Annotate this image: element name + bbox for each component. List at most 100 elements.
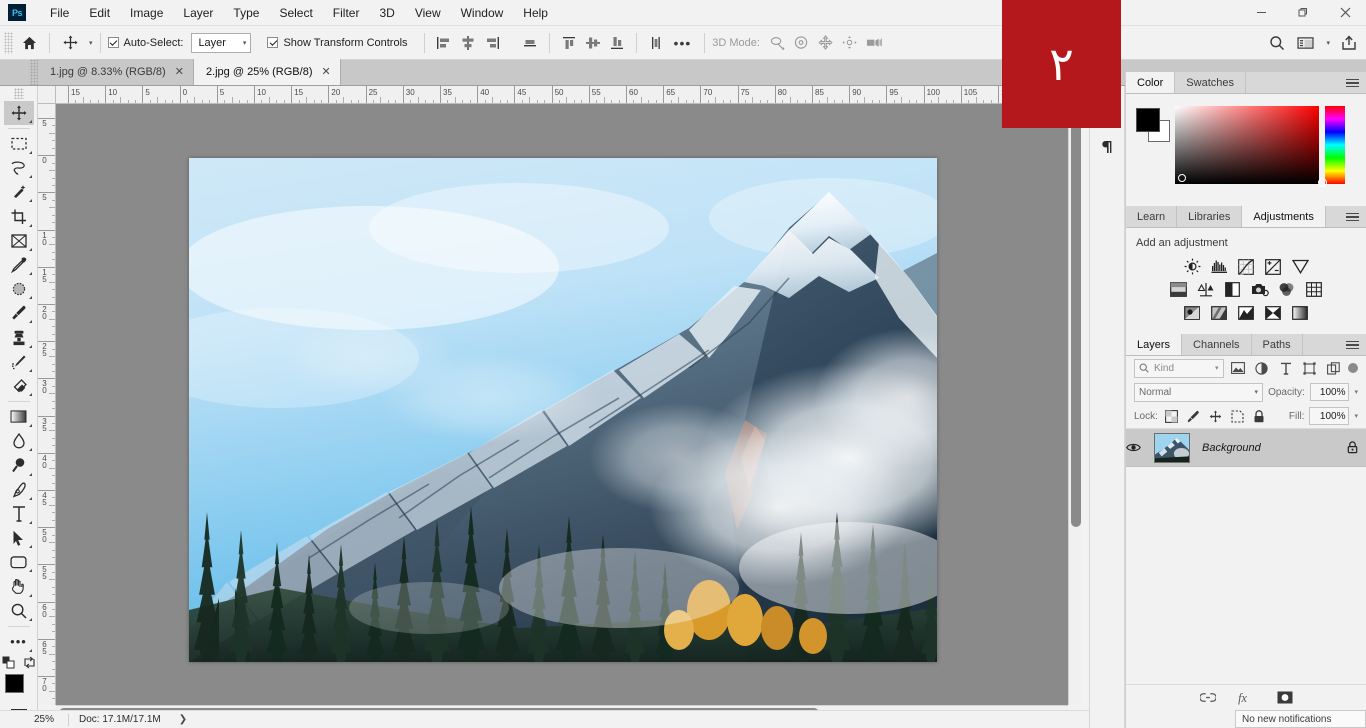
minimize-button[interactable]	[1240, 0, 1282, 25]
curves-adjustment[interactable]	[1237, 258, 1255, 275]
show-transform-checkbox[interactable]	[267, 37, 279, 48]
zoom-level[interactable]: 25%	[0, 714, 58, 725]
close-icon[interactable]: ✕	[175, 66, 184, 78]
object-selection-tool[interactable]	[4, 180, 34, 204]
photo-filter-adjustment[interactable]	[1251, 281, 1269, 298]
notification-bar[interactable]: No new notifications	[1235, 710, 1366, 728]
filter-toggle-switch[interactable]	[1348, 363, 1358, 373]
pen-tool[interactable]	[4, 478, 34, 502]
layers-empty-area[interactable]	[1126, 467, 1366, 652]
history-brush-tool[interactable]	[4, 350, 34, 374]
menu-image[interactable]: Image	[120, 2, 173, 24]
default-colors-icon[interactable]	[2, 656, 15, 669]
menu-layer[interactable]: Layer	[173, 2, 223, 24]
color-swatches[interactable]	[4, 673, 34, 703]
more-options-button[interactable]: •••	[668, 35, 698, 51]
foreground-color-swatch[interactable]	[4, 673, 24, 693]
search-icon[interactable]	[1264, 30, 1290, 56]
hue-slider[interactable]	[1318, 106, 1345, 187]
vertical-ruler[interactable]: 5051015202530354045505560657075	[38, 104, 56, 705]
move-tool[interactable]	[3, 100, 34, 125]
options-bar-grip[interactable]	[4, 31, 13, 54]
orbit-3d-camera-icon[interactable]	[766, 31, 790, 55]
hand-tool[interactable]	[4, 574, 34, 598]
slide-3d-camera-icon[interactable]	[838, 31, 862, 55]
auto-select-checkbox[interactable]	[107, 37, 119, 48]
rectangle-tool[interactable]	[4, 550, 34, 574]
smart-object-filter-icon[interactable]	[1324, 359, 1343, 378]
black-white-adjustment[interactable]	[1224, 281, 1242, 298]
pixel-filter-icon[interactable]	[1229, 359, 1248, 378]
zoom-tool[interactable]	[4, 599, 34, 623]
spot-healing-brush-tool[interactable]	[4, 277, 34, 301]
panel-tab-swatches[interactable]: Swatches	[1175, 72, 1246, 93]
blend-mode-select[interactable]: Normal ▾	[1134, 382, 1264, 402]
fill-chevron-down-icon[interactable]: ▾	[1354, 412, 1358, 420]
lock-position-icon[interactable]	[1207, 408, 1224, 425]
ruler-corner[interactable]	[38, 86, 56, 104]
menu-help[interactable]: Help	[513, 2, 558, 24]
lasso-tool[interactable]	[4, 156, 34, 180]
eye-icon[interactable]	[1126, 442, 1154, 453]
status-expand-chevron-icon[interactable]: ❯	[179, 714, 187, 725]
channel-mixer-adjustment[interactable]	[1278, 281, 1296, 298]
link-layers-icon[interactable]	[1200, 692, 1216, 703]
gradient-tool[interactable]	[4, 405, 34, 429]
workspace-icon[interactable]	[1292, 30, 1318, 56]
color-picker-field[interactable]	[1175, 106, 1319, 184]
layer-mask-icon[interactable]	[1277, 691, 1293, 704]
panel-tab-libraries[interactable]: Libraries	[1177, 206, 1243, 227]
panel-menu-icon[interactable]	[1346, 338, 1360, 352]
layer-row[interactable]: Background	[1126, 429, 1366, 467]
paragraph-panel-icon[interactable]	[1092, 133, 1122, 161]
close-icon[interactable]: ✕	[321, 66, 330, 78]
brush-tool[interactable]	[4, 301, 34, 325]
document-tab[interactable]: 1.jpg @ 8.33% (RGB/8) ✕	[38, 59, 194, 85]
panel-tab-color[interactable]: Color	[1126, 72, 1176, 93]
distribute-bottom-edges-button[interactable]	[605, 31, 629, 55]
pan-3d-camera-icon[interactable]	[814, 31, 838, 55]
eyedropper-tool[interactable]	[4, 253, 34, 277]
opacity-chevron-down-icon[interactable]: ▾	[1354, 388, 1358, 396]
color-panel-swatches[interactable]	[1136, 108, 1170, 142]
swap-colors-icon[interactable]	[23, 656, 36, 669]
align-left-edges-button[interactable]	[432, 31, 456, 55]
lock-artboard-icon[interactable]	[1229, 408, 1246, 425]
panel-menu-icon[interactable]	[1346, 76, 1360, 90]
hue-saturation-adjustment[interactable]	[1170, 281, 1188, 298]
horizontal-ruler[interactable]: 15 10 5 0 5 10 15 20 25 30 35 40 45 50 55 60 65 70 75 80 85 9…	[56, 86, 1068, 104]
menu-edit[interactable]: Edit	[79, 2, 120, 24]
gradient-map-adjustment[interactable]	[1291, 304, 1309, 321]
canvas-area[interactable]	[56, 104, 1068, 705]
align-horizontal-centers-button[interactable]	[456, 31, 480, 55]
document-tab[interactable]: 2.jpg @ 25% (RGB/8) ✕	[193, 59, 341, 85]
eraser-tool[interactable]	[4, 374, 34, 398]
brightness-contrast-adjustment[interactable]	[1183, 258, 1201, 275]
roll-3d-camera-icon[interactable]	[790, 31, 814, 55]
layer-thumbnail[interactable]	[1154, 432, 1190, 463]
color-panel-foreground-swatch[interactable]	[1136, 108, 1160, 132]
move-tool-icon[interactable]	[57, 30, 83, 56]
dodge-tool[interactable]	[4, 453, 34, 477]
blur-tool[interactable]	[4, 429, 34, 453]
layer-filter-kind-select[interactable]: Kind ▾	[1134, 358, 1224, 378]
menu-select[interactable]: Select	[269, 2, 322, 24]
menu-type[interactable]: Type	[223, 2, 269, 24]
shape-filter-icon[interactable]	[1300, 359, 1319, 378]
auto-select-option[interactable]: Auto-Select:	[107, 37, 183, 49]
lock-all-icon[interactable]	[1251, 408, 1268, 425]
menu-filter[interactable]: Filter	[323, 2, 370, 24]
path-selection-tool[interactable]	[4, 526, 34, 550]
lock-transparent-pixels-icon[interactable]	[1163, 408, 1180, 425]
workspace-chevron-down-icon[interactable]: ▾	[1326, 39, 1330, 47]
panel-tab-learn[interactable]: Learn	[1126, 206, 1178, 227]
distribute-vertical-centers-button[interactable]	[581, 31, 605, 55]
align-right-edges-button[interactable]	[480, 31, 504, 55]
hue-slider-cursor[interactable]	[1318, 178, 1327, 187]
threshold-adjustment[interactable]	[1237, 304, 1255, 321]
close-button[interactable]	[1324, 0, 1366, 25]
panel-tab-adjustments[interactable]: Adjustments	[1242, 206, 1326, 227]
rectangular-marquee-tool[interactable]	[4, 132, 34, 156]
color-lookup-adjustment[interactable]	[1305, 281, 1323, 298]
panel-menu-icon[interactable]	[1346, 210, 1360, 224]
